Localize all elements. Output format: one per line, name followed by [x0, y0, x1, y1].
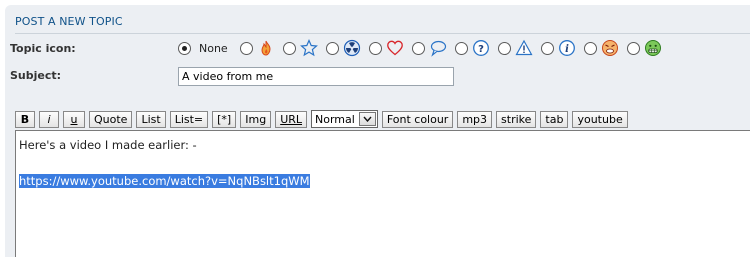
- url-button[interactable]: URL: [275, 110, 308, 128]
- topic-icon-radio[interactable]: [583, 41, 597, 55]
- selected-url-text: https://www.youtube.com/watch?v=NqNBslt1…: [19, 174, 310, 188]
- topic-icon-option-speech[interactable]: [411, 39, 447, 57]
- topic-icon-radio[interactable]: [411, 41, 425, 55]
- list-button[interactable]: List: [136, 110, 166, 128]
- subject-label: Subject:: [10, 69, 62, 82]
- topic-icon-option-warning[interactable]: [497, 39, 533, 57]
- question-icon: ?: [472, 40, 489, 56]
- subject-input[interactable]: A video from me: [178, 67, 454, 86]
- grin-face-icon: [644, 40, 661, 56]
- italic-button[interactable]: i: [39, 110, 59, 128]
- heart-icon: [386, 40, 403, 56]
- speech-bubble-icon: [430, 40, 446, 57]
- topic-icon-option-heart[interactable]: [368, 39, 404, 57]
- mad-face-icon: [601, 40, 618, 56]
- topic-icon-option-info[interactable]: i: [540, 39, 576, 57]
- youtube-button[interactable]: youtube: [572, 110, 628, 128]
- topic-icon-radio[interactable]: [540, 41, 554, 55]
- info-icon: i: [558, 40, 575, 56]
- bold-button[interactable]: B: [15, 110, 35, 128]
- strike-button[interactable]: strike: [496, 110, 537, 128]
- topic-icon-radio[interactable]: [454, 41, 468, 55]
- svg-text:?: ?: [478, 44, 484, 55]
- font-size-select[interactable]: Normal: [311, 110, 378, 128]
- topic-icon-radio[interactable]: [626, 41, 640, 55]
- message-line: Here's a video I made earlier: -: [19, 138, 197, 152]
- ordered-list-button[interactable]: List=: [169, 110, 209, 128]
- topic-icon-option-fire[interactable]: [239, 39, 275, 57]
- topic-icon-none-label: None: [199, 41, 228, 55]
- topic-icon-label: Topic icon:: [10, 42, 76, 55]
- topic-icon-radio[interactable]: [325, 41, 339, 55]
- chevron-down-icon[interactable]: [358, 112, 376, 126]
- topic-icon-none-radio[interactable]: [178, 41, 191, 55]
- message-textarea[interactable]: Here's a video I made earlier: - https:/…: [15, 130, 750, 257]
- font-size-value: Normal: [315, 112, 355, 126]
- topic-icon-radio[interactable]: [282, 41, 296, 55]
- topic-icon-radio[interactable]: [239, 41, 253, 55]
- underline-button[interactable]: u: [63, 110, 85, 128]
- star-icon: [299, 39, 318, 57]
- img-button[interactable]: Img: [240, 110, 272, 128]
- fire-icon: [261, 40, 271, 56]
- title-divider: [15, 33, 750, 34]
- topic-icon-option-star[interactable]: [282, 39, 318, 57]
- topic-icon-options: None ? i: [178, 36, 670, 60]
- radioactive-icon: [343, 39, 360, 57]
- list-item-button[interactable]: [*]: [212, 110, 237, 128]
- topic-icon-radio[interactable]: [497, 41, 511, 55]
- bbcode-toolbar: B i u Quote List List= [*] Img URL Norma…: [15, 110, 632, 128]
- topic-icon-option-radioactive[interactable]: [325, 39, 361, 57]
- message-line: [19, 154, 747, 172]
- mp3-button[interactable]: mp3: [457, 110, 493, 128]
- section-title: POST A NEW TOPIC: [15, 15, 123, 28]
- svg-text:i: i: [565, 44, 569, 55]
- topic-icon-option-grin[interactable]: [626, 39, 662, 57]
- topic-icon-option-question[interactable]: ?: [454, 39, 490, 57]
- quote-button[interactable]: Quote: [89, 110, 133, 128]
- font-colour-button[interactable]: Font colour: [381, 110, 454, 128]
- topic-icon-radio[interactable]: [368, 41, 382, 55]
- topic-icon-option-mad[interactable]: [583, 39, 619, 57]
- tab-button[interactable]: tab: [540, 110, 569, 128]
- warning-icon: [515, 39, 533, 56]
